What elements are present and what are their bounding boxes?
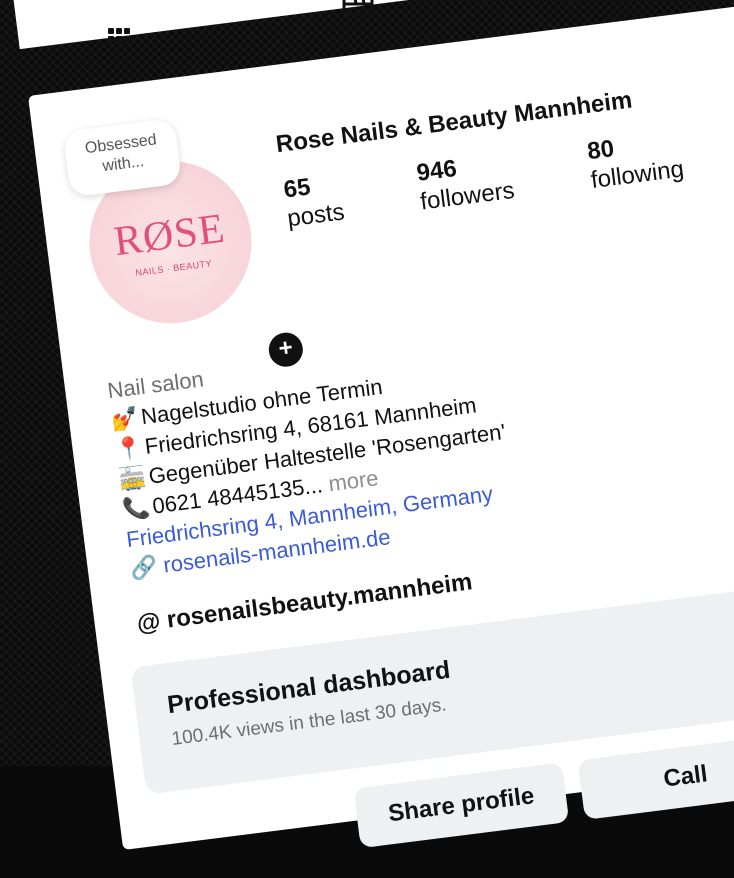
threads-handle: rosenailsbeauty.mannheim xyxy=(165,568,474,634)
note-bubble[interactable]: Obsessed with... xyxy=(62,117,183,198)
more-link[interactable]: more xyxy=(327,465,380,496)
link-icon: 🔗 xyxy=(128,553,159,582)
reels-icon[interactable] xyxy=(340,0,378,18)
stat-following[interactable]: 80 following xyxy=(586,127,686,196)
pin-icon: 📍 xyxy=(113,434,144,463)
threads-icon: @ xyxy=(135,607,162,638)
stat-followers[interactable]: 946 followers xyxy=(415,148,516,217)
share-profile-button[interactable]: Share profile xyxy=(353,762,570,849)
threads-link[interactable]: @ rosenailsbeauty.mannheim xyxy=(135,568,474,638)
profile-name: Rose Nails & Beauty Mannheim xyxy=(274,86,634,159)
tram-icon: 🚋 xyxy=(117,464,148,493)
phone-icon: 📞 xyxy=(121,494,152,523)
grid-icon[interactable] xyxy=(108,28,138,44)
call-button[interactable]: Call xyxy=(577,734,734,820)
stat-posts[interactable]: 65 posts xyxy=(282,170,346,235)
edit-button-placeholder xyxy=(149,814,157,875)
profile-card: RØSE NAILS · BEAUTY + Obsessed with... R… xyxy=(28,0,734,875)
bio: Nail salon 💅 Nagelstudio ohne Termin 📍 F… xyxy=(106,328,519,585)
stat-label: posts xyxy=(285,198,347,233)
nail-polish-icon: 💅 xyxy=(109,404,141,434)
